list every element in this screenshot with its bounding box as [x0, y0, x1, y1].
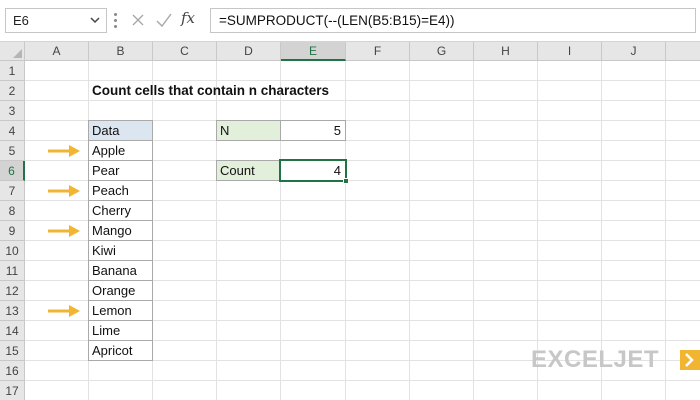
row-header-14[interactable]: 14 — [0, 321, 25, 341]
data-cell[interactable]: Lime — [88, 320, 153, 341]
column-header-j[interactable]: J — [602, 42, 666, 61]
row-header-8[interactable]: 8 — [0, 201, 25, 221]
row-header-5[interactable]: 5 — [0, 141, 25, 161]
formula-bar-resize-handle[interactable] — [114, 13, 118, 29]
row-header-7[interactable]: 7 — [0, 181, 25, 201]
data-cell[interactable]: Lemon — [88, 300, 153, 321]
data-cell[interactable]: Peach — [88, 180, 153, 201]
row-header-16[interactable]: 16 — [0, 361, 25, 381]
formula-bar-buttons: fx — [124, 8, 206, 33]
row-header-13[interactable]: 13 — [0, 301, 25, 321]
formula-input[interactable]: =SUMPRODUCT(--(LEN(B5:B15)=E4)) — [210, 8, 696, 33]
column-header-i[interactable]: I — [538, 42, 602, 61]
arrow-right-icon — [48, 185, 80, 197]
row-header-17[interactable]: 17 — [0, 381, 25, 400]
name-box-value: E6 — [13, 13, 29, 28]
column-header-d[interactable]: D — [217, 42, 281, 61]
column-header-g[interactable]: G — [410, 42, 474, 61]
data-header-cell[interactable]: Data — [88, 120, 153, 141]
n-value-cell[interactable]: 5 — [280, 120, 346, 141]
data-cell[interactable]: Apple — [88, 140, 153, 161]
column-header-b[interactable]: B — [89, 42, 153, 61]
cancel-icon[interactable] — [130, 12, 146, 28]
row-header-15[interactable]: 15 — [0, 341, 25, 361]
arrow-right-icon — [48, 305, 80, 317]
column-header-e[interactable]: E — [281, 42, 346, 61]
select-all-button[interactable] — [0, 42, 25, 61]
row-header-12[interactable]: 12 — [0, 281, 25, 301]
name-box[interactable]: E6 — [5, 8, 107, 33]
column-header-a[interactable]: A — [25, 42, 89, 61]
row-header-1[interactable]: 1 — [0, 61, 25, 81]
active-cell-selection — [279, 159, 347, 182]
row-header-11[interactable]: 11 — [0, 261, 25, 281]
data-cell[interactable]: Apricot — [88, 340, 153, 361]
logo-mark-icon — [680, 350, 700, 370]
chevron-down-icon[interactable] — [89, 14, 101, 26]
data-cell[interactable]: Mango — [88, 220, 153, 241]
sheet-title: Count cells that contain n characters — [92, 83, 330, 98]
n-label-cell[interactable]: N — [216, 120, 281, 141]
data-cell[interactable]: Pear — [88, 160, 153, 181]
check-icon[interactable] — [155, 12, 173, 28]
formula-text: =SUMPRODUCT(--(LEN(B5:B15)=E4)) — [219, 13, 455, 28]
row-header-4[interactable]: 4 — [0, 121, 25, 141]
formula-bar: E6 fx =SUMPRODUCT(--(LEN(B5:B15)=E4)) — [0, 0, 700, 42]
row-header-3[interactable]: 3 — [0, 101, 25, 121]
row-header-2[interactable]: 2 — [0, 81, 25, 101]
data-cell[interactable]: Banana — [88, 260, 153, 281]
row-header-9[interactable]: 9 — [0, 221, 25, 241]
row-header-10[interactable]: 10 — [0, 241, 25, 261]
column-headers: A B C D E F G H I J — [25, 42, 700, 61]
arrow-right-icon — [48, 225, 80, 237]
fill-handle[interactable] — [343, 178, 349, 184]
count-label-cell[interactable]: Count — [216, 160, 281, 181]
data-cell[interactable]: Cherry — [88, 200, 153, 221]
arrow-right-icon — [48, 145, 80, 157]
logo-text: EXCELJET — [531, 346, 660, 373]
column-header-h[interactable]: H — [474, 42, 538, 61]
data-cell[interactable]: Orange — [88, 280, 153, 301]
data-cell[interactable]: Kiwi — [88, 240, 153, 261]
column-header-k[interactable] — [666, 42, 700, 61]
insert-function-icon[interactable]: fx — [181, 9, 195, 27]
column-header-f[interactable]: F — [346, 42, 410, 61]
column-header-c[interactable]: C — [153, 42, 217, 61]
row-header-6[interactable]: 6 — [0, 161, 25, 181]
